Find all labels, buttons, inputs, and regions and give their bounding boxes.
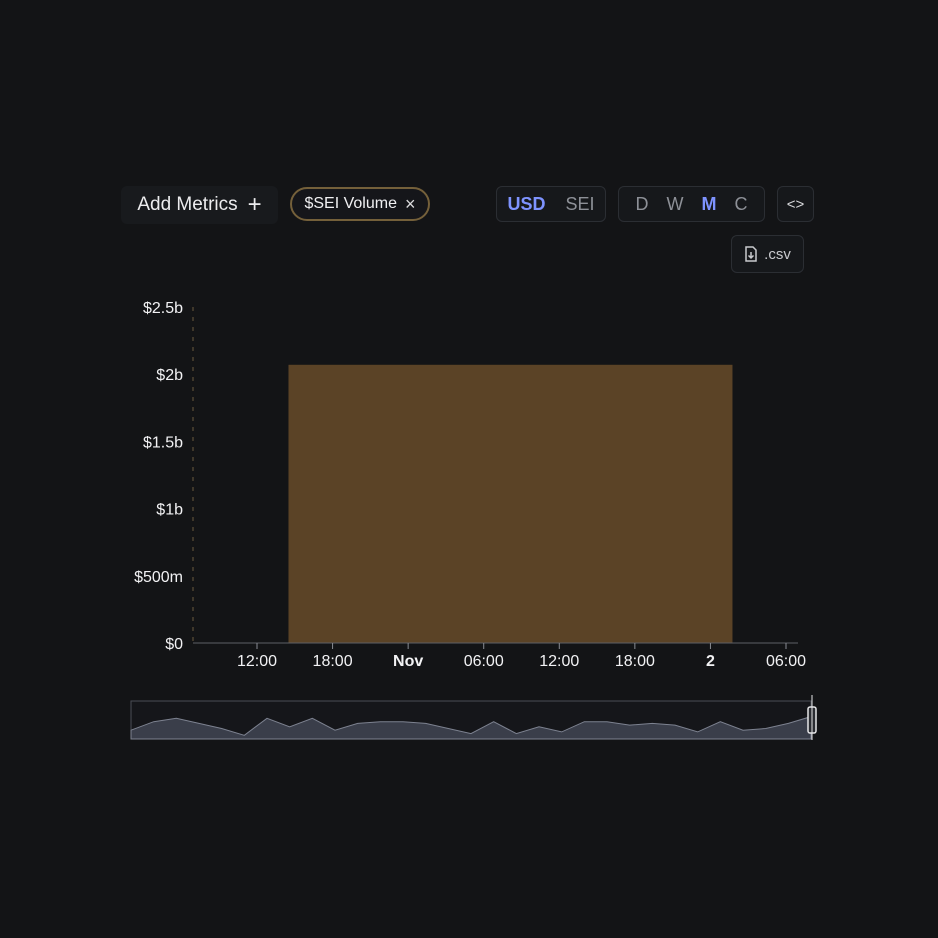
y-tick-label: $1b: [156, 502, 183, 519]
y-tick-label: $0: [165, 636, 183, 653]
y-tick-label: $2b: [156, 367, 183, 384]
x-tick-label: 12:00: [539, 653, 579, 670]
bars: [288, 364, 733, 643]
x-tick-label: 18:00: [615, 653, 655, 670]
y-axis: $0 $500m $1b $1.5b $2b $2.5b: [134, 300, 194, 653]
x-tick-label: Nov: [393, 653, 423, 670]
x-tick-label: 12:00: [237, 653, 277, 670]
x-tick-label: 2: [706, 653, 715, 670]
y-tick-label: $2.5b: [143, 300, 183, 317]
x-tick-label: 06:00: [464, 653, 504, 670]
range-brush[interactable]: [130, 695, 817, 740]
x-tick-label: 06:00: [766, 653, 806, 670]
volume-bar: [288, 364, 733, 643]
volume-chart: $0 $500m $1b $1.5b $2b $2.5b 12:00 18:00 Nov 06:…: [130, 300, 817, 740]
x-axis: 12:00 18:00 Nov 06:00 12:00 18:00 2 06:00: [193, 642, 806, 670]
x-tick-label: 18:00: [313, 653, 353, 670]
y-tick-label: $1.5b: [143, 434, 183, 451]
y-tick-label: $500m: [134, 569, 183, 586]
